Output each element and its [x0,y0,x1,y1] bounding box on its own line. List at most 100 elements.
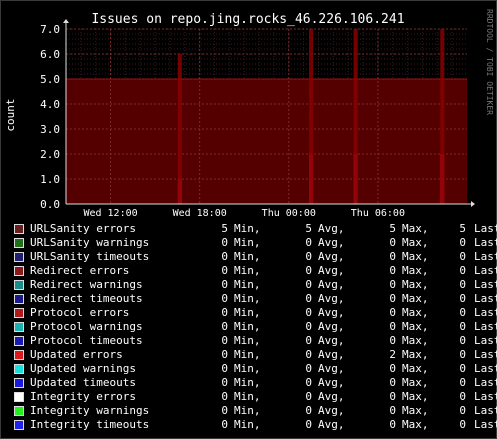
legend-last-label: Last [474,390,497,403]
legend-last-value: 0 [459,320,466,333]
legend-last-label: Last [474,222,497,235]
legend-avg-value: 0 [305,376,312,389]
legend-min-value: 0 [221,348,228,361]
legend-avg-value: 0 [305,278,312,291]
legend-series-name: Redirect timeouts [30,292,143,305]
legend-last-label: Last [474,292,497,305]
legend-last-value: 0 [459,348,466,361]
legend-max-value: 0 [389,404,396,417]
legend-avg-label: Avg, [318,306,345,319]
legend-entry: Integrity timeouts 0 Min, 0 Avg, 0 Max, 0 Last [14,418,497,432]
legend-series-name: Updated timeouts [30,376,136,389]
legend-max-label: Max, [402,362,429,375]
legend-avg-value: 5 [305,222,312,235]
legend-series-name: Updated warnings [30,362,136,375]
legend-min-label: Min, [234,264,261,277]
legend-avg-value: 0 [305,320,312,333]
legend-min-label: Min, [234,306,261,319]
legend-max-value: 2 [389,348,396,361]
legend-last-value: 0 [459,362,466,375]
legend-min-label: Min, [234,404,261,417]
legend-max-label: Max, [402,404,429,417]
legend-min-label: Min, [234,362,261,375]
legend-last-value: 0 [459,334,466,347]
legend-max-label: Max, [402,348,429,361]
legend-series-name: Redirect errors [30,264,130,277]
legend-max-label: Max, [402,250,429,263]
legend-avg-value: 0 [305,334,312,347]
legend-swatch [14,420,24,430]
legend-max-value: 0 [389,334,396,347]
legend-entry: Updated timeouts 0 Min, 0 Avg, 0 Max, 0 Last [14,376,497,390]
legend-last-value: 0 [459,418,466,431]
legend-min-label: Min, [234,222,261,235]
legend-entry: Protocol warnings 0 Min, 0 Avg, 0 Max, 0 Last [14,320,497,334]
legend-series-name: Protocol timeouts [30,334,143,347]
legend-max-value: 0 [389,320,396,333]
legend-last-value: 5 [459,222,466,235]
legend-entry: Redirect timeouts 0 Min, 0 Avg, 0 Max, 0 Last [14,292,497,306]
legend-series-name: Updated errors [30,348,123,361]
legend-max-label: Max, [402,236,429,249]
legend-min-value: 0 [221,320,228,333]
legend-entry: Updated errors 0 Min, 0 Avg, 2 Max, 0 Last [14,348,497,362]
legend-max-value: 0 [389,418,396,431]
legend-entry: URLSanity warnings 0 Min, 0 Avg, 0 Max, 0 Last [14,236,497,250]
legend-last-label: Last [474,278,497,291]
legend-last-label: Last [474,306,497,319]
legend-min-label: Min, [234,418,261,431]
legend-max-label: Max, [402,292,429,305]
legend-last-value: 0 [459,306,466,319]
legend-avg-value: 0 [305,306,312,319]
legend-series-name: Protocol errors [30,306,130,319]
legend-last-label: Last [474,418,497,431]
legend-last-label: Last [474,250,497,263]
legend-last-label: Last [474,236,497,249]
legend-series-name: Protocol warnings [30,320,143,333]
legend-min-label: Min, [234,278,261,291]
legend-swatch [14,364,24,374]
legend-avg-label: Avg, [318,264,345,277]
legend-min-value: 0 [221,404,228,417]
legend-min-label: Min, [234,334,261,347]
legend-min-value: 0 [221,418,228,431]
legend-series-name: Redirect warnings [30,278,143,291]
legend-avg-label: Avg, [318,362,345,375]
legend-max-value: 0 [389,390,396,403]
legend-last-value: 0 [459,404,466,417]
legend-min-label: Min, [234,292,261,305]
legend-swatch [14,224,24,234]
legend-entry: Protocol errors 0 Min, 0 Avg, 0 Max, 0 Last [14,306,497,320]
legend-last-value: 0 [459,250,466,263]
legend-avg-value: 0 [305,236,312,249]
legend-max-label: Max, [402,278,429,291]
legend-avg-value: 0 [305,250,312,263]
legend-max-label: Max, [402,222,429,235]
legend-max-label: Max, [402,306,429,319]
legend-swatch [14,406,24,416]
legend-min-value: 0 [221,236,228,249]
legend-last-label: Last [474,264,497,277]
legend-swatch [14,336,24,346]
legend-entry: Integrity errors 0 Min, 0 Avg, 0 Max, 0 Last [14,390,497,404]
legend-max-value: 0 [389,376,396,389]
legend-avg-label: Avg, [318,348,345,361]
legend-swatch [14,322,24,332]
legend-max-value: 0 [389,362,396,375]
legend-min-label: Min, [234,390,261,403]
legend-swatch [14,238,24,248]
legend-avg-value: 0 [305,292,312,305]
legend-min-label: Min, [234,236,261,249]
legend-swatch [14,294,24,304]
legend-min-value: 0 [221,376,228,389]
legend-max-label: Max, [402,320,429,333]
legend-max-value: 0 [389,250,396,263]
legend-entry: URLSanity timeouts 0 Min, 0 Avg, 0 Max, 0 Last [14,250,497,264]
legend: URLSanity errors5Min,5Avg,5Max,5LastURLS… [0,0,497,439]
legend-swatch [14,280,24,290]
legend-avg-value: 0 [305,418,312,431]
legend-avg-value: 0 [305,362,312,375]
legend-swatch [14,392,24,402]
legend-avg-label: Avg, [318,292,345,305]
legend-min-label: Min, [234,250,261,263]
